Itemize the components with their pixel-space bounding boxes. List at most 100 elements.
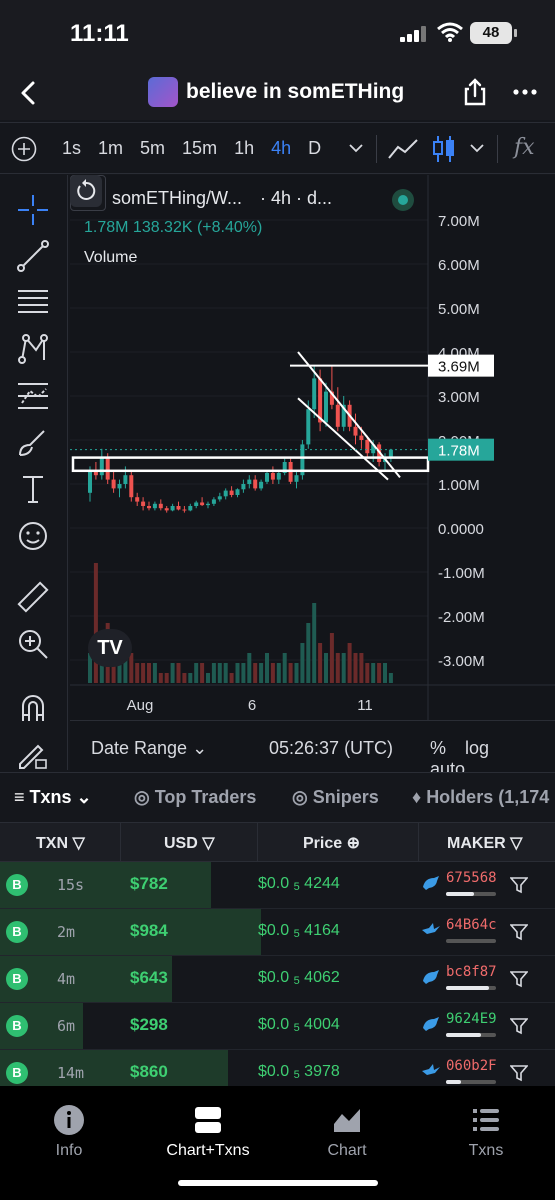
tab-holders[interactable]: ♦ Holders (1,174 [412,787,549,808]
zoom-in-icon[interactable] [16,627,50,661]
filter-icon[interactable] [510,923,528,941]
txn-usd: $782 [130,874,168,893]
chevron-down-icon[interactable] [349,143,363,153]
back-icon[interactable] [14,78,44,108]
text-icon[interactable] [16,472,50,506]
filter-icon[interactable] [510,1064,528,1082]
candle-body [247,479,252,484]
function-icon[interactable]: fx [514,135,535,160]
tab-txns[interactable]: ≡ Txns ⌄ [14,787,92,808]
txn-age: 2m [57,923,76,941]
interval-4h[interactable]: 4h [271,138,291,159]
table-row[interactable]: B 2m $984 $0.0 5 4164 64B64c [0,909,555,956]
interval-5m[interactable]: 5m [140,138,165,159]
more-icon[interactable] [512,80,538,104]
chart-canvas[interactable]: 7.00M6.00M5.00M4.00M3.00M2.00M1.00M0.000… [70,175,555,720]
interval-d[interactable]: D [308,138,321,159]
price-chart[interactable]: 7.00M6.00M5.00M4.00M3.00M2.00M1.00M0.000… [70,175,555,720]
price-digits: 3978 [304,1063,340,1080]
crosshair-icon[interactable] [16,193,50,227]
price-digits: 4004 [304,1016,340,1033]
header-txn[interactable]: TXN ▽ [36,833,85,853]
log-scale-toggle[interactable]: log [465,738,489,758]
battery-indicator: 48 [470,22,512,44]
y-tick-label: 6.00M [438,257,480,274]
date-range-dropdown[interactable]: Date Range ⌄ [91,738,207,759]
trend-line-icon[interactable] [16,239,50,273]
prediction-icon[interactable] [16,379,50,413]
table-row[interactable]: B 15s $782 $0.0 5 4244 675568 [0,862,555,909]
table-row[interactable]: B 4m $643 $0.0 5 4062 bc8f87 [0,956,555,1003]
emoji-icon[interactable] [16,519,50,553]
candle-body [223,490,228,497]
add-indicator-icon[interactable] [11,136,37,162]
home-indicator [178,1180,378,1186]
table-row[interactable]: B 6m $298 $0.0 5 4004 9624E9 [0,1003,555,1050]
wifi-icon [437,22,463,42]
nav-chart-txns[interactable]: Chart+Txns [158,1104,258,1160]
volume-bar [135,663,140,683]
candlestick-icon[interactable] [432,134,456,164]
maker-address[interactable]: bc8f87 [446,964,497,980]
interval-1m[interactable]: 1m [98,138,123,159]
nav-txns[interactable]: Txns [436,1104,536,1160]
candle-body [217,496,222,500]
list-icon [473,1109,499,1131]
line-chart-icon[interactable] [388,136,418,162]
bird-icon [422,1064,440,1075]
maker-address[interactable]: 675568 [446,870,497,886]
fib-retracement-icon[interactable] [16,285,50,319]
volume-bar [217,663,222,683]
candle-body [359,435,364,440]
txn-usd: $298 [130,1015,168,1034]
magnet-icon[interactable] [16,691,50,725]
volume-bar [141,663,146,683]
filter-icon[interactable] [510,1017,528,1035]
pattern-icon[interactable] [16,332,50,366]
txn-age: 6m [57,1017,76,1035]
header-usd[interactable]: USD ▽ [164,833,215,853]
candle-body [152,503,157,509]
header-price[interactable]: Price ⊕ [303,833,360,853]
volume-bar [170,663,175,683]
brush-icon[interactable] [16,425,50,459]
lock-drawing-icon[interactable] [16,738,50,772]
txn-age: 15s [57,876,85,894]
candle-body [123,475,128,484]
legend-values: 1.78M 138.32K (+8.40%) [84,219,263,236]
volume-bar [235,663,240,683]
filter-icon[interactable] [510,876,528,894]
maker-address[interactable]: 060b2F [446,1058,497,1074]
reset-chart-icon[interactable] [70,175,102,207]
volume-bar [294,663,299,683]
table-header: TXN ▽ USD ▽ Price ⊕ MAKER ▽ [0,822,555,863]
ruler-icon[interactable] [16,580,50,614]
interval-15m[interactable]: 15m [182,138,217,159]
txn-usd: $643 [130,968,168,987]
nav-chart[interactable]: Chart [297,1104,397,1160]
percent-scale-toggle[interactable]: % [430,738,446,758]
header-maker[interactable]: MAKER ▽ [447,833,522,853]
nav-info[interactable]: Info [19,1104,119,1160]
maker-address[interactable]: 9624E9 [446,1011,497,1027]
maker-address[interactable]: 64B64c [446,917,497,933]
dolphin-icon [423,1017,439,1031]
y-tick-label: -3.00M [438,653,485,670]
tab-top-traders[interactable]: ◎ Top Traders [134,787,256,808]
interval-1s[interactable]: 1s [62,138,81,159]
x-tick-label: 6 [248,697,256,714]
date-range-label: Date Range [91,738,188,758]
candle-body [170,506,175,511]
filter-icon[interactable] [510,970,528,988]
volume-bar [158,673,163,683]
volume-bar [388,673,393,683]
candle-body [235,489,240,495]
chevron-down-icon[interactable] [470,143,484,153]
txn-age: 14m [57,1064,85,1082]
interval-1h[interactable]: 1h [234,138,254,159]
nav-info-label: Info [55,1142,83,1159]
tab-snipers[interactable]: ◎ Snipers [292,787,379,808]
candle-body [194,502,199,506]
divider [120,823,121,863]
share-icon[interactable] [460,77,490,107]
